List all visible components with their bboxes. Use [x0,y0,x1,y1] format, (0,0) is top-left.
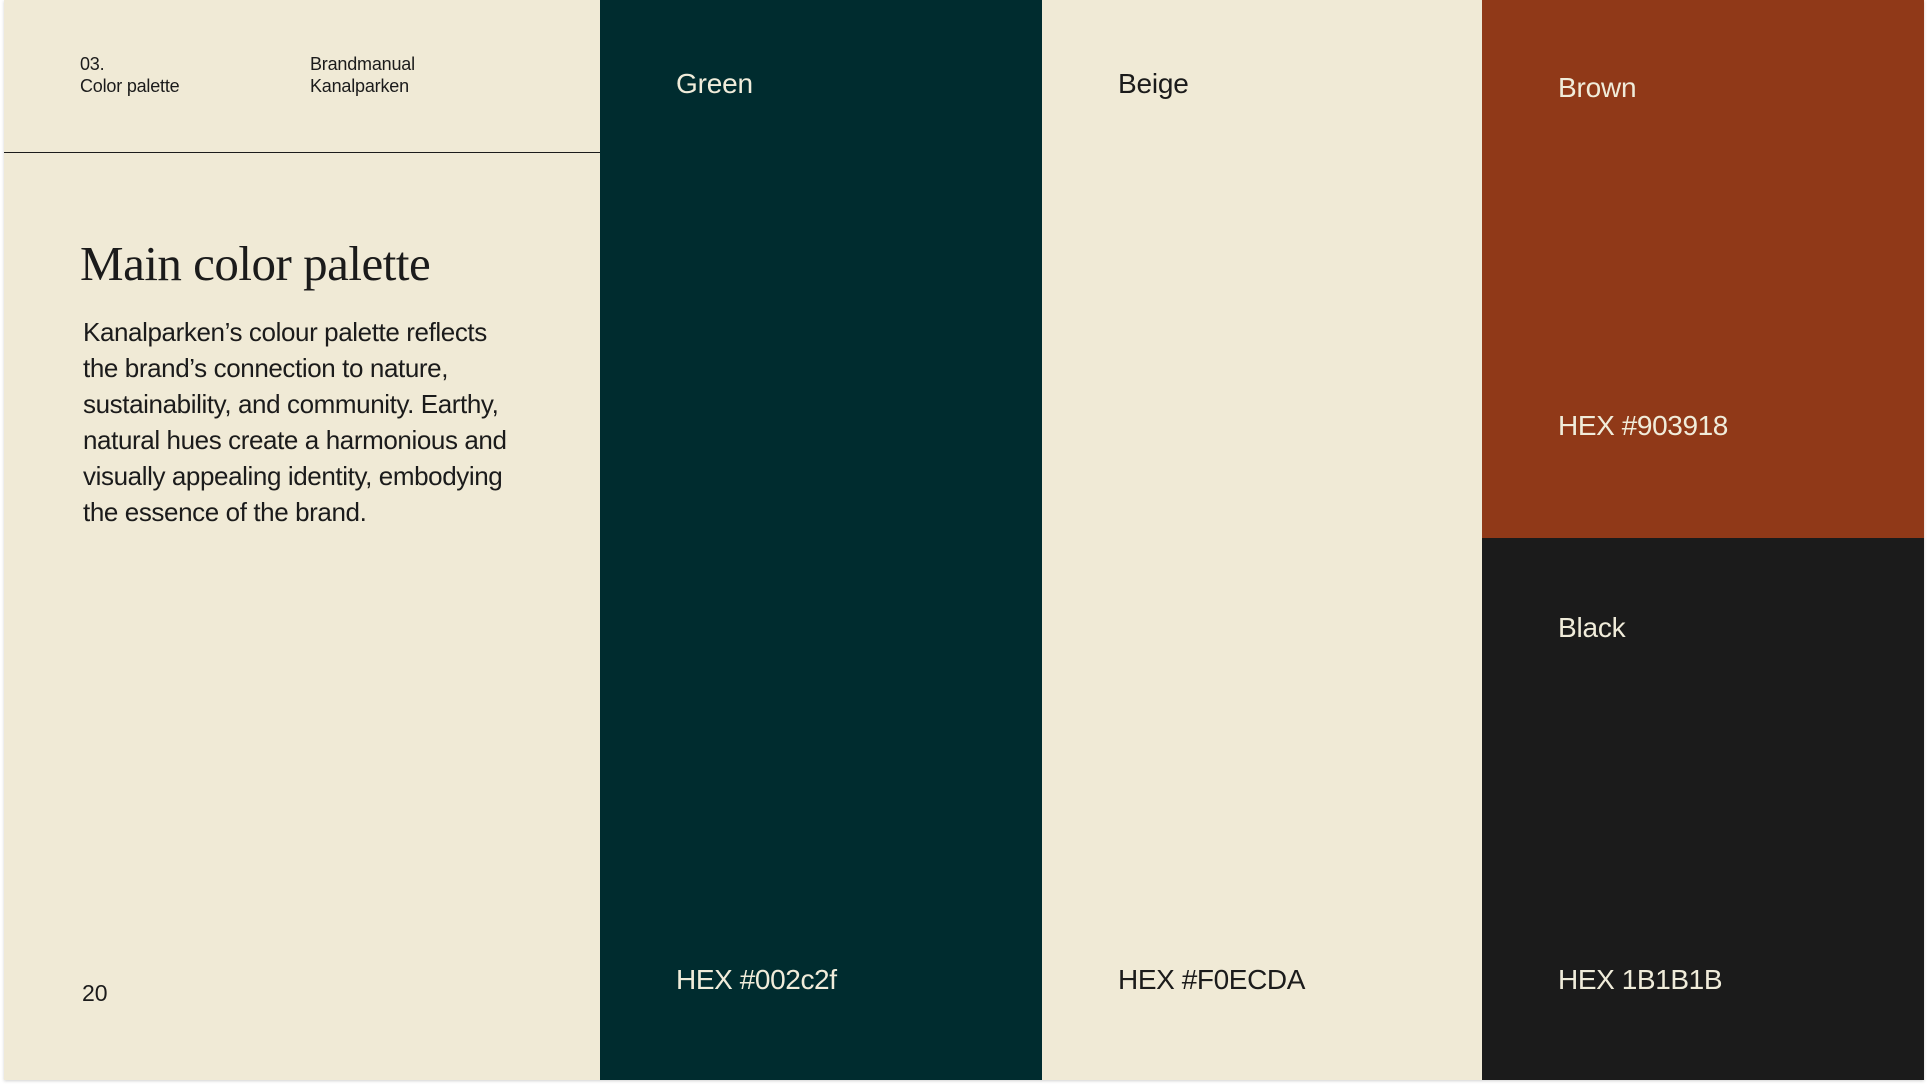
swatch-name: Black [1558,612,1626,643]
brand-manual-page: 03. Color palette Brandmanual Kanalparke… [4,0,1924,1080]
swatch-brown: Brown HEX #903918 [1482,0,1924,538]
swatch-beige: Beige HEX #F0ECDA [1042,0,1482,1080]
swatch-hex-code: HEX 1B1B1B [1558,964,1723,995]
section-number: 03. [80,54,105,74]
palette-description: Kanalparken’s colour palette reflects th… [83,317,507,527]
swatch-green: Green HEX #002c2f [600,0,1042,1080]
page-number: 20 [82,980,108,1006]
swatch-hex-code: HEX #903918 [1558,410,1728,441]
section-heading: 03. Color palette [80,53,180,97]
header-divider [4,152,600,153]
swatch-name: Green [676,68,753,99]
swatch-black: Black HEX 1B1B1B [1482,538,1924,1080]
swatch-name: Beige [1118,68,1189,99]
section-title: Color palette [80,76,180,96]
swatch-hex-code: HEX #002c2f [676,964,837,995]
document-heading: Brandmanual Kanalparken [310,53,415,97]
swatch-hex-code: HEX #F0ECDA [1118,964,1305,995]
swatch-name: Brown [1558,72,1637,103]
intro-panel: 03. Color palette Brandmanual Kanalparke… [4,0,600,1080]
page-title: Main color palette [80,236,431,291]
brand-name: Kanalparken [310,76,409,96]
document-name: Brandmanual [310,54,415,74]
